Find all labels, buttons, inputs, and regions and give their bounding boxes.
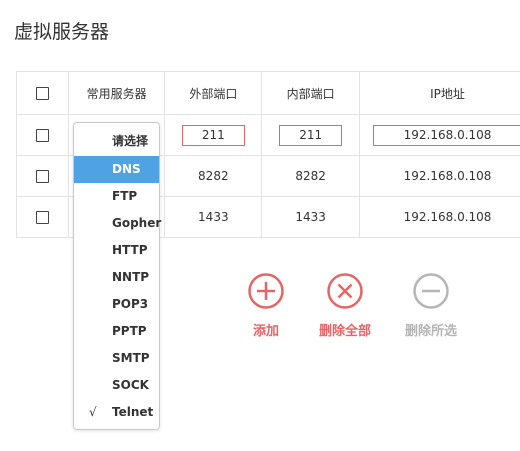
ip-address-cell: 192.168.0.108 (359, 155, 520, 197)
dropdown-option-dns[interactable]: DNS (74, 156, 159, 183)
delete-all-button[interactable]: 删除全部 (305, 273, 385, 339)
checkmark-icon: √ (89, 405, 97, 419)
close-circle-icon (327, 273, 363, 309)
ip-address-cell: 192.168.0.108 (359, 196, 520, 238)
ip-address-input[interactable]: 192.168.0.108 (372, 124, 520, 146)
internal-port-cell: 8282 (261, 155, 361, 197)
internal-port-input[interactable]: 211 (279, 124, 343, 146)
row-checkbox[interactable] (35, 129, 49, 142)
delete-selected-label: 删除所选 (404, 324, 457, 339)
row-checkbox[interactable] (35, 211, 49, 224)
dropdown-option-http[interactable]: HTTP (74, 237, 159, 264)
dropdown-option-gopher[interactable]: Gopher (74, 210, 161, 237)
delete-all-label: 删除全部 (318, 324, 371, 339)
add-label: 添加 (252, 324, 279, 339)
external-port-cell: 1433 (164, 196, 263, 238)
add-button[interactable]: 添加 (226, 273, 306, 339)
column-header: 外部端口 (164, 71, 263, 115)
column-header: 常用服务器 (67, 71, 166, 115)
dropdown-option-pop3[interactable]: POP3 (74, 291, 159, 318)
dropdown-option-smtp[interactable]: SMTP (74, 345, 159, 372)
internal-port-cell: 1433 (261, 196, 361, 238)
plus-circle-icon (248, 273, 284, 309)
service-dropdown-list: 请选择 DNS FTP Gopher HTTP NNTP POP3 PPTP S… (73, 122, 161, 430)
table-header-row: 常用服务器 外部端口 内部端口 IP地址 (16, 71, 520, 115)
dropdown-option-ftp[interactable]: FTP (74, 183, 159, 210)
column-header: IP地址 (359, 71, 520, 115)
page-title: 虚拟服务器 (14, 21, 110, 43)
dropdown-option-placeholder[interactable]: 请选择 (74, 128, 159, 155)
delete-selected-button[interactable]: 删除所选 (391, 273, 471, 339)
header-select-all (16, 71, 69, 115)
row-checkbox[interactable] (35, 170, 49, 183)
dropdown-option-pptp[interactable]: PPTP (74, 318, 159, 345)
external-port-cell: 8282 (164, 155, 263, 197)
minus-circle-icon (413, 273, 449, 309)
dropdown-option-nntp[interactable]: NNTP (74, 264, 159, 291)
dropdown-option-sock[interactable]: SOCK (74, 372, 159, 399)
external-port-input[interactable]: 211 (181, 124, 245, 146)
dropdown-option-telnet[interactable]: √ Telnet (74, 399, 159, 426)
column-header: 内部端口 (261, 71, 361, 115)
select-all-checkbox[interactable] (35, 87, 49, 100)
